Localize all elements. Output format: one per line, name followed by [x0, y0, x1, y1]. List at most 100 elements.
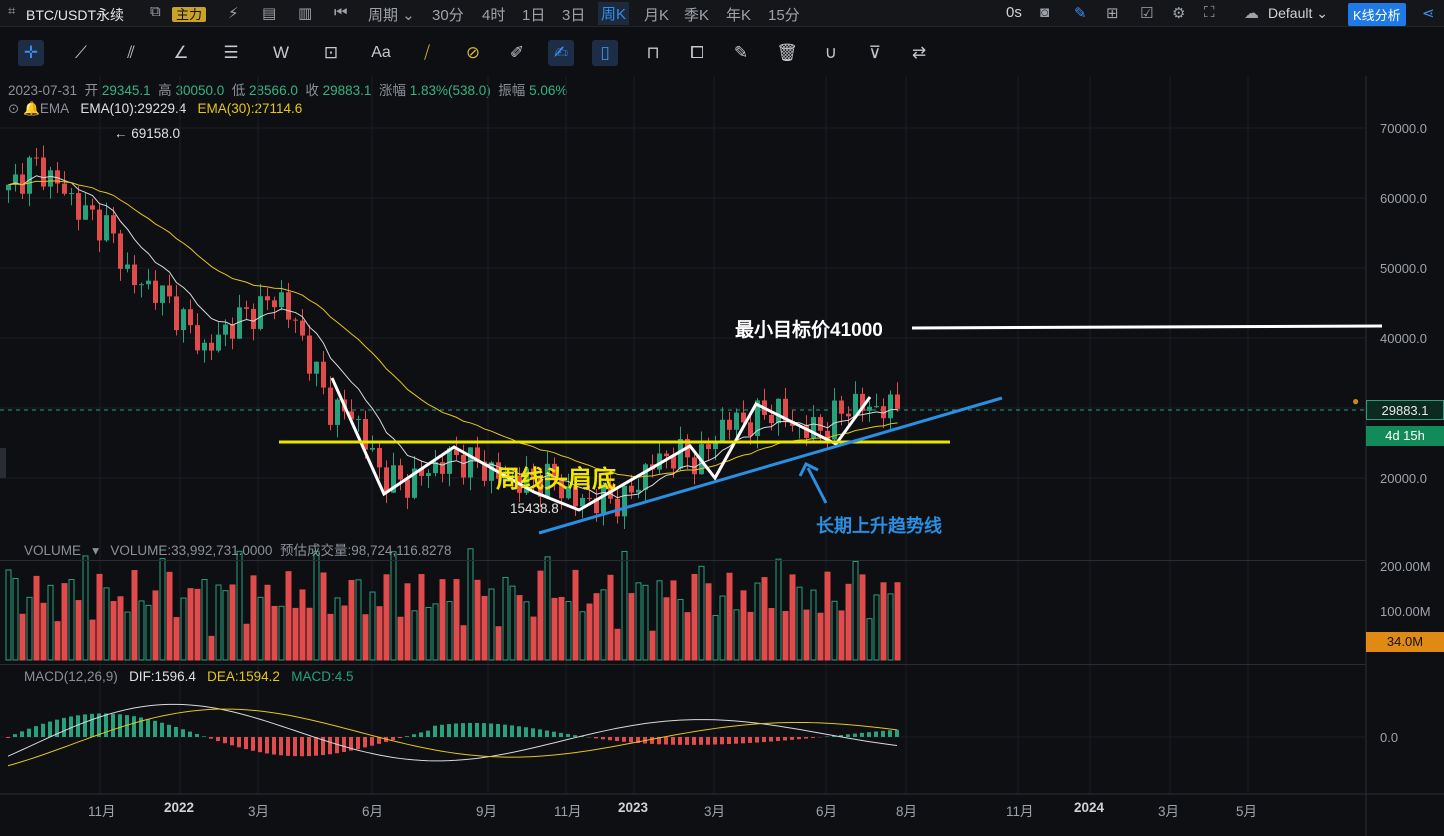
macd-bar	[27, 728, 31, 737]
price-tick: 20000.0	[1380, 471, 1427, 486]
candle-body	[90, 205, 95, 210]
macd-bar	[160, 722, 164, 737]
volume-bar	[523, 601, 530, 661]
candle-body	[195, 325, 200, 351]
candle-body	[146, 280, 151, 285]
candle-body	[41, 157, 46, 187]
candle-body	[307, 335, 312, 374]
volume-dropdown-icon[interactable]: ▾	[85, 543, 107, 558]
candle-body	[279, 292, 284, 308]
volume-bar	[278, 605, 285, 661]
volume-bar	[572, 569, 579, 661]
macd-bar	[223, 737, 227, 744]
candle-body	[832, 400, 837, 440]
macd-bar	[895, 729, 899, 737]
pane-divider-macd[interactable]	[0, 664, 1366, 665]
macd-bar	[741, 737, 745, 744]
candle-body	[258, 296, 263, 329]
volume-bar	[761, 577, 768, 661]
volume-bar	[642, 584, 649, 661]
macd-bar	[209, 737, 213, 739]
volume-bar	[19, 613, 26, 661]
volume-bar	[208, 635, 215, 661]
volume-bar	[782, 611, 789, 661]
macd-bar	[447, 724, 451, 737]
price-chart[interactable]	[0, 0, 1444, 836]
candle-body	[251, 308, 256, 329]
pane-divider-volume[interactable]	[0, 560, 1366, 561]
target-line	[911, 324, 1383, 330]
volume-bar	[789, 574, 796, 661]
macd-bar	[622, 737, 626, 742]
macd-tick: 0.0	[1380, 730, 1399, 745]
macd-bar	[76, 715, 80, 737]
alert-bell-icon[interactable]: ●	[1352, 394, 1359, 408]
volume-bar	[397, 616, 404, 661]
candle-body	[181, 309, 186, 331]
volume-bar	[481, 595, 488, 661]
volume-bar	[117, 596, 124, 661]
candle-body	[27, 157, 32, 194]
volume-bar	[75, 600, 82, 661]
pattern-label: 周线头肩底	[496, 466, 616, 493]
volume-bar	[159, 558, 166, 661]
macd-bar	[314, 737, 318, 756]
volume-bar	[180, 597, 187, 661]
macd-bar	[461, 723, 465, 737]
macd-bar	[881, 730, 885, 737]
volume-bar	[124, 611, 131, 661]
trend-arrow-shaft	[806, 467, 828, 504]
volume-bar	[754, 582, 761, 661]
volume-bar	[201, 579, 208, 661]
volume-bar	[628, 593, 635, 661]
volume-bar	[446, 601, 453, 661]
volume-bar	[411, 610, 418, 661]
volume-bar	[656, 580, 663, 661]
macd-bar	[496, 723, 500, 737]
volume-bar	[607, 574, 614, 661]
x-tick: 9月	[476, 804, 498, 819]
macd-bar	[734, 737, 738, 744]
volume-bar	[68, 579, 75, 661]
candle-body	[335, 399, 340, 425]
x-tick: 2023	[618, 800, 649, 815]
candle-body	[587, 497, 592, 499]
candle-body	[286, 292, 291, 320]
volume-bar	[565, 601, 572, 661]
x-tick: 11月	[88, 804, 116, 819]
volume-bar	[887, 593, 894, 661]
volume-bar	[306, 607, 313, 661]
candle-body	[776, 398, 781, 424]
macd-bar	[699, 737, 703, 745]
macd-bar	[776, 737, 780, 742]
volume-bar	[663, 597, 670, 661]
candle-body	[139, 284, 144, 286]
candle-body	[153, 280, 158, 303]
x-tick: 8月	[896, 804, 918, 819]
candle-body	[377, 447, 382, 468]
volume-bar	[299, 589, 306, 661]
volume-bar	[488, 588, 495, 661]
candle-body	[223, 324, 228, 335]
macd-bar	[356, 737, 360, 750]
countdown-tag: 4d 15h	[1366, 426, 1444, 446]
volume-bar	[453, 579, 460, 661]
volume-bar	[726, 572, 733, 661]
volume-bar	[614, 628, 621, 661]
volume-value: VOLUME:33,992,731.0000	[110, 543, 273, 558]
volume-bar	[677, 598, 684, 661]
x-tick: 11月	[554, 804, 582, 819]
volume-bar	[327, 613, 334, 661]
price-tick: 50000.0	[1380, 261, 1427, 276]
x-tick: 6月	[362, 804, 384, 819]
macd-bar	[195, 733, 199, 737]
left-collapse-handle[interactable]	[0, 448, 6, 478]
candle-body	[167, 285, 172, 297]
candle-body	[76, 193, 81, 220]
volume-legend: VOLUME ▾ VOLUME:33,992,731.0000 预估成交量:98…	[24, 539, 452, 559]
volume-bar	[502, 576, 509, 661]
candle-body	[314, 361, 319, 374]
macd-bar	[475, 722, 479, 737]
macd-bar	[559, 732, 563, 737]
volume-bar	[824, 571, 831, 661]
